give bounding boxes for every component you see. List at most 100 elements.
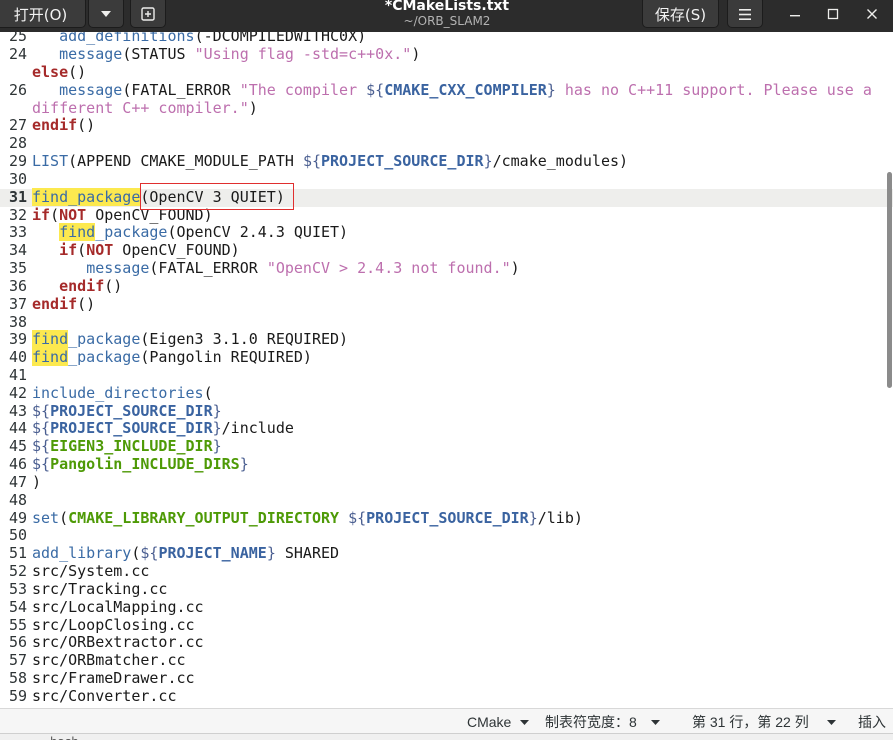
code-text: src/FrameDrawer.cc xyxy=(32,669,195,688)
code-line[interactable]: 25 add_definitions(-DCOMPILEDWITHC0X) xyxy=(0,32,893,46)
window-title-area: *CMakeLists.txt ~/ORB_SLAM2 xyxy=(296,0,598,32)
cmake-keyword: NOT xyxy=(86,241,114,260)
code-text: () xyxy=(77,294,96,313)
string-literal: different C++ compiler." xyxy=(32,98,249,117)
line-number: 42 xyxy=(8,383,27,402)
code-line[interactable]: 24 message(STATUS "Using flag -std=c++0x… xyxy=(0,45,893,64)
code-text: src/Tracking.cc xyxy=(32,579,168,598)
open-button[interactable]: 打开(O) xyxy=(0,0,86,28)
code-line[interactable]: 32 if(NOT OpenCV_FOUND) xyxy=(0,205,893,225)
variable-delimiter: } xyxy=(212,437,222,456)
language-selector[interactable]: CMake xyxy=(467,710,529,734)
code-line[interactable]: 57 src/ORBmatcher.cc xyxy=(0,651,893,670)
code-line[interactable]: 43 ${PROJECT_SOURCE_DIR} xyxy=(0,401,893,421)
code-editor[interactable]: 25 add_definitions(-DCOMPILEDWITHC0X) 24 … xyxy=(0,32,893,708)
code-line[interactable]: different C++ compiler.") xyxy=(0,98,893,118)
code-line[interactable]: 30 xyxy=(0,170,893,189)
status-bar: CMake 制表符宽度：8 第 31 行，第 22 列 插入 xyxy=(0,708,893,733)
code-line[interactable]: 39 find_package(Eigen3 3.1.0 REQUIRED) xyxy=(0,330,893,349)
terminal-tab-label[interactable]: bash xyxy=(50,735,79,740)
code-line[interactable]: 49 set(CMAKE_LIBRARY_OUTPUT_DIRECTORY ${P… xyxy=(0,508,893,528)
code-line[interactable]: 34 if(NOT OpenCV_FOUND) xyxy=(0,241,893,260)
code-text: src/Converter.cc xyxy=(32,686,177,705)
open-recent-dropdown-button[interactable] xyxy=(88,0,124,28)
line-number: 27 xyxy=(8,116,27,135)
code-line[interactable]: 56 src/ORBextractor.cc xyxy=(0,633,893,652)
code-text: /cmake_modules) xyxy=(492,152,629,171)
code-text: ( xyxy=(77,241,87,260)
variable-delimiter: } xyxy=(483,152,493,171)
main-menu-button[interactable] xyxy=(727,0,763,28)
cmake-keyword: if xyxy=(32,205,51,224)
line-number: 43 xyxy=(8,401,27,420)
variable-delimiter: } xyxy=(212,419,222,438)
code-line[interactable]: 29 LIST(APPEND CMAKE_MODULE_PATH ${PROJEC… xyxy=(0,152,893,171)
code-text: ) xyxy=(32,472,42,491)
cmake-keyword: if xyxy=(59,241,78,260)
cmake-command: message xyxy=(86,259,150,278)
close-icon xyxy=(867,9,877,19)
cmake-command: _package xyxy=(95,223,168,242)
line-number: 32 xyxy=(8,205,27,224)
current-line[interactable]: 31 find_package(OpenCV 3 QUIET) xyxy=(0,187,893,207)
code-line[interactable]: 44 ${PROJECT_SOURCE_DIR}/include xyxy=(0,420,893,438)
line-code: message(FATAL_ERROR "The compiler ${CMAK… xyxy=(32,80,872,100)
cmake-command: LIST xyxy=(32,152,69,171)
code-line[interactable]: 47) xyxy=(0,472,893,492)
code-line[interactable]: 55 src/LoopClosing.cc xyxy=(0,616,893,635)
code-line[interactable]: 48 xyxy=(0,491,893,510)
line-code: src/System.cc xyxy=(32,562,149,581)
code-line[interactable]: 35 message(FATAL_ERROR "OpenCV > 2.4.3 n… xyxy=(0,259,893,278)
vertical-scrollbar-thumb[interactable] xyxy=(887,172,892,388)
cmake-keyword: NOT xyxy=(59,205,87,224)
code-line[interactable]: 42 include_directories( xyxy=(0,383,893,403)
code-line[interactable]: 26 message(FATAL_ERROR "The compiler ${C… xyxy=(0,80,893,100)
code-text: /lib) xyxy=(537,508,583,527)
code-text: ) xyxy=(510,259,520,278)
cmake-command: message xyxy=(59,45,123,64)
line-number: 56 xyxy=(8,633,27,652)
variable-name: PROJECT_SOURCE_DIR xyxy=(321,152,484,171)
code-line[interactable]: 41 xyxy=(0,366,893,385)
code-line[interactable]: 40 find_package(Pangolin REQUIRED) xyxy=(0,348,893,367)
code-line[interactable]: 36 endif() xyxy=(0,276,893,296)
code-line[interactable]: 54 src/LocalMapping.cc xyxy=(0,598,893,617)
code-line[interactable]: 27 endif() xyxy=(0,116,893,135)
maximize-button[interactable] xyxy=(820,0,846,28)
variable-delimiter: ${ xyxy=(302,152,321,171)
insert-mode-indicator[interactable]: 插入 xyxy=(858,710,890,734)
new-tab-button[interactable] xyxy=(130,0,166,28)
code-line[interactable]: else() xyxy=(0,63,893,82)
line-number: 46 xyxy=(8,455,27,474)
line-number: 36 xyxy=(8,276,27,295)
cursor-position-label: 第 31 行，第 22 列 xyxy=(692,714,809,730)
code-line[interactable]: 59 src/Converter.cc xyxy=(0,686,893,706)
line-number: 24 xyxy=(8,45,27,64)
code-line[interactable]: 50 xyxy=(0,527,893,545)
variable-delimiter: } xyxy=(546,80,556,99)
tab-width-selector[interactable]: 制表符宽度：8 xyxy=(545,710,660,734)
line-number: 38 xyxy=(8,312,27,331)
code-text: (-DCOMPILEDWITHC0X) xyxy=(194,32,367,46)
line-number: 49 xyxy=(8,508,27,527)
code-line[interactable]: 38 xyxy=(0,312,893,332)
line-number: 52 xyxy=(8,562,27,581)
cmake-command: include_directories xyxy=(32,383,204,402)
code-line[interactable]: 45 ${EIGEN3_INCLUDE_DIR} xyxy=(0,437,893,456)
code-line[interactable]: 37 endif() xyxy=(0,294,893,314)
cursor-position-selector[interactable]: 第 31 行，第 22 列 xyxy=(692,710,836,734)
code-line[interactable]: 33 find_package(OpenCV 2.4.3 QUIET) xyxy=(0,223,893,242)
code-line[interactable]: 28 xyxy=(0,134,893,153)
close-button[interactable] xyxy=(859,0,885,28)
line-code: ${Pangolin_INCLUDE_DIRS} xyxy=(32,455,249,474)
save-button[interactable]: 保存(S) xyxy=(642,0,719,28)
code-line[interactable]: 53 src/Tracking.cc xyxy=(0,579,893,599)
line-number: 34 xyxy=(8,241,27,260)
code-line[interactable]: 51 add_library(${PROJECT_NAME} SHARED xyxy=(0,544,893,563)
code-text: (Eigen3 3.1.0 REQUIRED) xyxy=(140,330,349,349)
minimize-button[interactable] xyxy=(782,0,808,28)
code-line[interactable]: 46 ${Pangolin_INCLUDE_DIRS} xyxy=(0,455,893,474)
code-line[interactable]: 52 src/System.cc xyxy=(0,562,893,581)
code-line[interactable]: 58 src/FrameDrawer.cc xyxy=(0,669,893,688)
